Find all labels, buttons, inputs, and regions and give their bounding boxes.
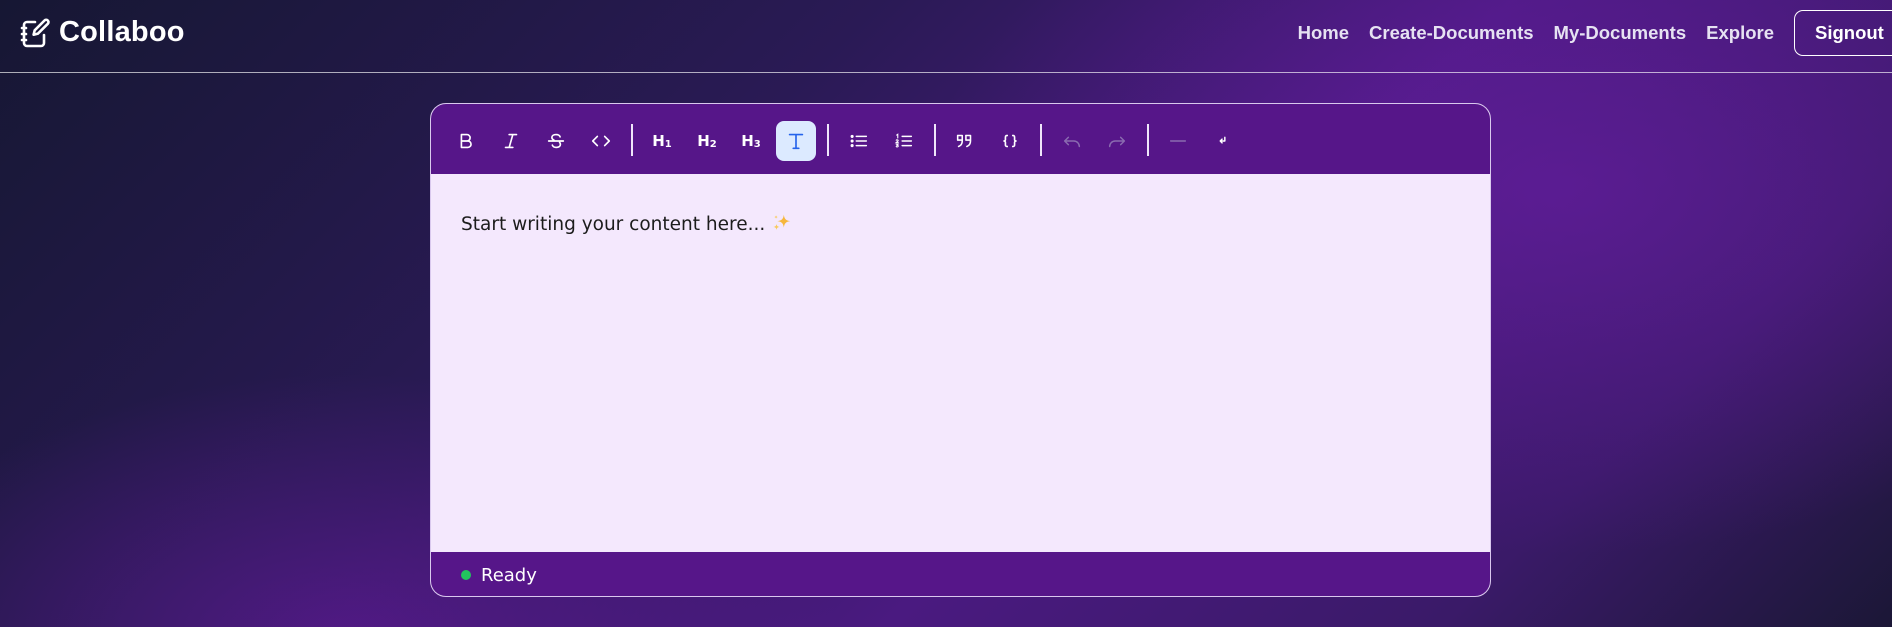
blockquote-button[interactable] <box>945 121 985 161</box>
inline-code-button[interactable] <box>581 121 621 161</box>
bold-icon <box>460 133 472 149</box>
rich-text-editor: H1 H2 H3 Start writing your content here… <box>430 103 1491 597</box>
ordered-list-button[interactable] <box>884 121 924 161</box>
toolbar-divider <box>1147 124 1149 156</box>
hard-break-button[interactable] <box>1203 121 1243 161</box>
toolbar-divider <box>827 124 829 156</box>
code-icon <box>591 135 611 147</box>
editor-placeholder: Start writing your content here... <box>461 212 793 235</box>
editor-placeholder-text: Start writing your content here... <box>461 214 766 235</box>
heading-1-label: H <box>652 132 665 150</box>
editor-content-area[interactable]: Start writing your content here... <box>431 174 1490 552</box>
signout-button[interactable]: Signout <box>1794 10 1892 56</box>
code-block-button[interactable] <box>990 121 1030 161</box>
top-navbar: Collaboo Home Create-Documents My-Docume… <box>0 0 1892 73</box>
strikethrough-icon <box>547 133 565 149</box>
quote-icon <box>956 134 972 148</box>
horizontal-rule-icon <box>1169 140 1187 142</box>
strikethrough-button[interactable] <box>536 121 576 161</box>
redo-icon <box>1108 136 1126 148</box>
toolbar-divider <box>1040 124 1042 156</box>
nav-link-my-documents[interactable]: My-Documents <box>1554 22 1687 44</box>
editor-status-bar: Ready <box>431 552 1490 596</box>
sparkles-icon <box>773 214 791 230</box>
heading-3-level: 3 <box>753 139 761 150</box>
notebook-pen-icon <box>20 18 50 47</box>
heading-2-button[interactable]: H2 <box>687 121 727 161</box>
bullet-list-button[interactable] <box>839 121 879 161</box>
brand[interactable]: Collaboo <box>20 16 185 49</box>
undo-icon <box>1063 136 1081 148</box>
line-break-icon <box>1219 136 1226 144</box>
undo-button[interactable] <box>1052 121 1092 161</box>
redo-button[interactable] <box>1097 121 1137 161</box>
text-t-icon <box>788 133 804 150</box>
status-indicator-dot <box>461 570 471 580</box>
heading-3-label: H <box>741 132 754 150</box>
editor-toolbar: H1 H2 H3 <box>431 104 1490 174</box>
heading-1-button[interactable]: H1 <box>642 121 682 161</box>
heading-1-level: 1 <box>664 139 672 150</box>
italic-icon <box>504 133 518 149</box>
paragraph-button[interactable] <box>776 121 816 161</box>
nav-link-home[interactable]: Home <box>1298 22 1349 44</box>
nav-link-create-documents[interactable]: Create-Documents <box>1369 22 1534 44</box>
horizontal-rule-button[interactable] <box>1158 121 1198 161</box>
status-text: Ready <box>481 564 537 586</box>
bold-button[interactable] <box>446 121 486 161</box>
toolbar-divider <box>631 124 633 156</box>
heading-3-button[interactable]: H3 <box>731 121 771 161</box>
brand-name: Collaboo <box>59 16 185 48</box>
toolbar-divider <box>934 124 936 156</box>
heading-2-level: 2 <box>709 139 717 150</box>
nav-links: Home Create-Documents My-Documents Explo… <box>1298 10 1892 56</box>
ordered-list-icon <box>894 133 913 148</box>
braces-icon <box>1003 134 1017 148</box>
heading-2-label: H <box>697 132 710 150</box>
nav-link-explore[interactable]: Explore <box>1706 22 1774 44</box>
bullet-list-icon <box>850 134 868 148</box>
italic-button[interactable] <box>491 121 531 161</box>
